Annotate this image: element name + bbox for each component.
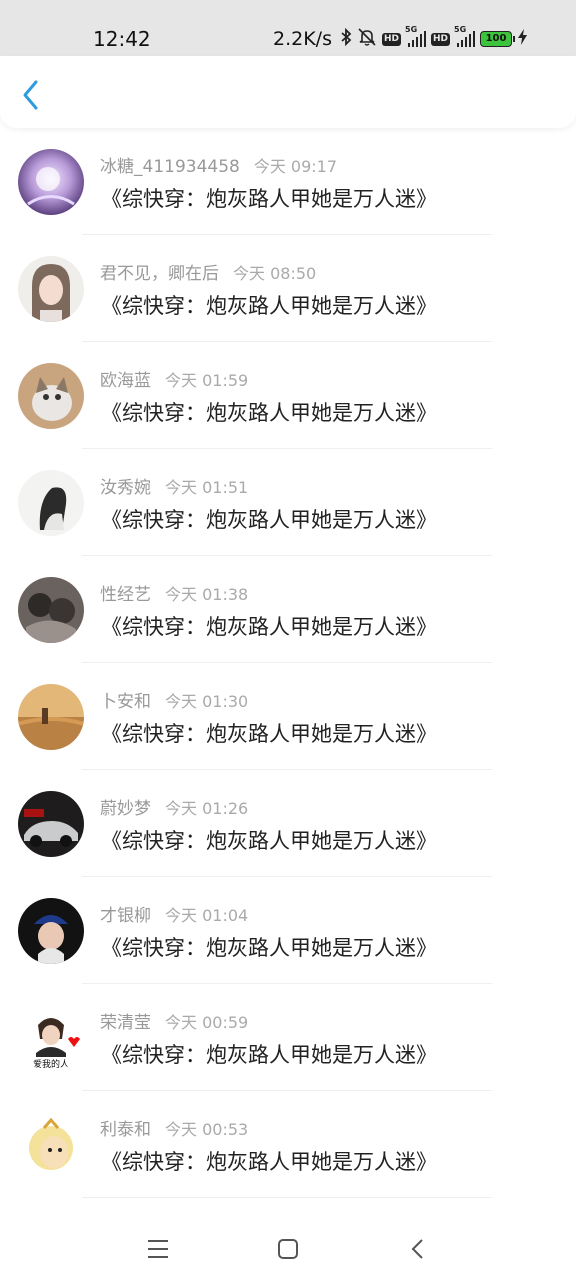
charging-icon xyxy=(518,29,528,49)
network-type-label: 5G xyxy=(454,25,467,34)
list-item[interactable]: 蔚妙梦 今天 01:26 《综快穿：炮灰路人甲她是万人迷》 xyxy=(0,770,576,877)
book-title: 《综快穿：炮灰路人甲她是万人迷》 xyxy=(101,936,437,960)
book-title: 《综快穿：炮灰路人甲她是万人迷》 xyxy=(101,187,437,211)
list-item[interactable]: 汝秀婉 今天 01:51 《综快穿：炮灰路人甲她是万人迷》 xyxy=(0,449,576,556)
chevron-left-icon xyxy=(23,80,38,110)
list-item[interactable]: 爱我的人 荣清莹 今天 00:59 《综快穿：炮灰路人甲她是万人迷》 xyxy=(0,984,576,1091)
book-title: 《综快穿：炮灰路人甲她是万人迷》 xyxy=(101,508,437,532)
book-title: 《综快穿：炮灰路人甲她是万人迷》 xyxy=(101,615,437,639)
timestamp: 今天 01:26 xyxy=(165,799,249,818)
avatar[interactable] xyxy=(18,791,84,857)
divider xyxy=(82,1197,492,1198)
back-icon xyxy=(411,1239,423,1259)
book-title: 《综快穿：炮灰路人甲她是万人迷》 xyxy=(101,1043,437,1067)
menu-icon xyxy=(148,1240,168,1258)
top-app-bar xyxy=(0,56,576,128)
list-item[interactable]: 君不见，卿在后 今天 08:50 《综快穿：炮灰路人甲她是万人迷》 xyxy=(0,235,576,342)
timestamp: 今天 01:04 xyxy=(165,906,249,925)
avatar[interactable] xyxy=(18,577,84,643)
battery-icon: 100 xyxy=(480,31,516,47)
home-button[interactable] xyxy=(273,1234,303,1264)
timestamp: 今天 01:51 xyxy=(165,478,249,497)
status-bar: 12:42 2.2K/s HD 5G HD 5G 100 xyxy=(0,0,576,56)
timestamp: 今天 01:30 xyxy=(165,692,249,711)
book-title: 《综快穿：炮灰路人甲她是万人迷》 xyxy=(101,1150,437,1174)
signal-icon: 5G xyxy=(405,25,426,47)
status-time: 12:42 xyxy=(93,27,151,51)
avatar[interactable] xyxy=(18,149,84,215)
user-name: 欧海蓝 xyxy=(100,371,151,391)
signal-icon: 5G xyxy=(454,25,476,47)
timestamp: 今天 01:59 xyxy=(165,371,249,390)
user-name: 蔚妙梦 xyxy=(100,799,151,819)
book-title: 《综快穿：炮灰路人甲她是万人迷》 xyxy=(101,829,437,853)
back-button[interactable] xyxy=(18,78,46,112)
list-item[interactable]: 才银柳 今天 01:04 《综快穿：炮灰路人甲她是万人迷》 xyxy=(0,877,576,984)
timestamp: 今天 00:53 xyxy=(165,1120,249,1139)
avatar[interactable] xyxy=(18,363,84,429)
timestamp: 今天 08:50 xyxy=(233,264,317,283)
avatar[interactable] xyxy=(18,470,84,536)
user-name: 才银柳 xyxy=(100,906,151,926)
user-name: 性经艺 xyxy=(100,585,151,605)
avatar[interactable] xyxy=(18,256,84,322)
user-name: 利泰和 xyxy=(100,1120,151,1140)
user-name: 君不见，卿在后 xyxy=(100,264,219,284)
timestamp: 今天 00:59 xyxy=(165,1013,249,1032)
menu-button[interactable] xyxy=(143,1234,173,1264)
timestamp: 今天 09:17 xyxy=(253,157,338,176)
timestamp: 今天 01:38 xyxy=(165,585,249,604)
book-title: 《综快穿：炮灰路人甲她是万人迷》 xyxy=(101,722,437,746)
avatar-caption: 爱我的人 xyxy=(33,1058,69,1070)
list-item[interactable]: 卜安和 今天 01:30 《综快穿：炮灰路人甲她是万人迷》 xyxy=(0,663,576,770)
list-item[interactable]: 冰糖_411934458 今天 09:17 《综快穿：炮灰路人甲她是万人迷》 xyxy=(0,128,576,235)
list-item[interactable]: 性经艺 今天 01:38 《综快穿：炮灰路人甲她是万人迷》 xyxy=(0,556,576,663)
avatar[interactable] xyxy=(18,684,84,750)
list-item[interactable]: 利泰和 今天 00:53 《综快穿：炮灰路人甲她是万人迷》 xyxy=(0,1091,576,1198)
avatar[interactable] xyxy=(18,1112,84,1178)
status-indicators: 2.2K/s HD 5G HD 5G 100 xyxy=(273,25,528,52)
system-back-button[interactable] xyxy=(403,1234,433,1264)
mute-icon xyxy=(357,27,377,51)
bluetooth-icon xyxy=(340,27,352,50)
book-title: 《综快穿：炮灰路人甲她是万人迷》 xyxy=(101,294,437,318)
hd-icon: HD xyxy=(431,32,451,46)
network-speed: 2.2K/s xyxy=(273,28,332,50)
user-name: 卜安和 xyxy=(100,692,151,712)
avatar[interactable]: 爱我的人 xyxy=(18,1005,84,1071)
book-title: 《综快穿：炮灰路人甲她是万人迷》 xyxy=(101,401,437,425)
hd-icon: HD xyxy=(381,32,401,46)
home-icon xyxy=(278,1239,298,1259)
network-type-label: 5G xyxy=(405,25,418,34)
list-item[interactable]: 欧海蓝 今天 01:59 《综快穿：炮灰路人甲她是万人迷》 xyxy=(0,342,576,449)
user-name: 荣清莹 xyxy=(100,1013,151,1033)
system-nav-bar xyxy=(0,1212,576,1280)
user-name: 冰糖_411934458 xyxy=(100,157,240,177)
user-name: 汝秀婉 xyxy=(100,478,151,498)
avatar[interactable] xyxy=(18,898,84,964)
